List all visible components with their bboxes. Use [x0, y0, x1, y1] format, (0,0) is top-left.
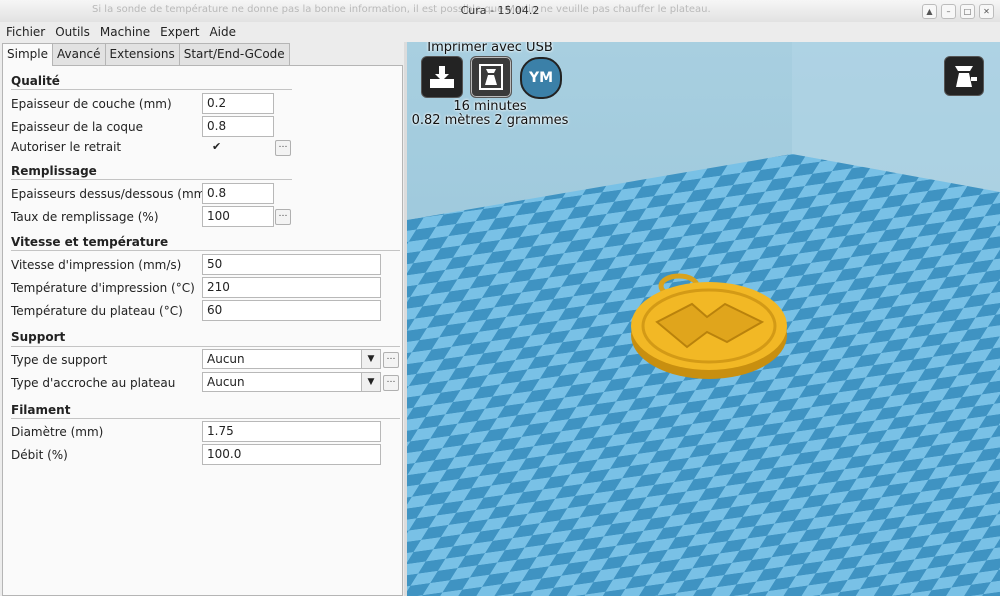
- menu-fichier[interactable]: Fichier: [0, 22, 49, 42]
- section-speed-title: Vitesse et température: [11, 235, 169, 249]
- print-usb-button[interactable]: [470, 56, 512, 98]
- dropdown-arrow-icon[interactable]: ▼: [361, 373, 380, 391]
- diameter-input[interactable]: 1.75: [202, 421, 381, 442]
- print-speed-input[interactable]: 50: [202, 254, 381, 275]
- title-bar: Si la sonde de température ne donne pas …: [0, 0, 1000, 23]
- window-controls: ▲ – □ ✕: [922, 4, 994, 19]
- bed-temp-input[interactable]: 60: [202, 300, 381, 321]
- menu-bar: Fichier Outils Machine Expert Aide: [0, 22, 1000, 42]
- dropdown-arrow-icon[interactable]: ▼: [361, 350, 380, 368]
- view-mode-icon: [955, 66, 977, 87]
- settings-panel: Simple Avancé Extensions Start/End-GCode…: [0, 42, 404, 596]
- fill-more-button[interactable]: …: [275, 209, 291, 225]
- shell-thickness-input[interactable]: 0.8: [202, 116, 274, 137]
- youmagine-button[interactable]: YM: [520, 57, 562, 99]
- shell-thickness-label: Epaisseur de la coque: [11, 120, 143, 134]
- print-material-usage: 0.82 mètres 2 grammes: [411, 113, 569, 128]
- ellipsis-icon: …: [386, 375, 396, 385]
- menu-aide[interactable]: Aide: [203, 22, 240, 42]
- tab-extensions[interactable]: Extensions: [104, 43, 180, 65]
- adhesion-more-button[interactable]: …: [383, 375, 399, 391]
- adhesion-select[interactable]: Aucun ▼: [202, 372, 381, 392]
- 3d-viewport[interactable]: Imprimer avec USB YM 16 minutes 0.82 mèt…: [407, 42, 1000, 596]
- flow-input[interactable]: 100.0: [202, 444, 381, 465]
- print-usb-tooltip: Imprimer avec USB: [427, 42, 553, 55]
- support-type-label: Type de support: [11, 353, 108, 367]
- close-icon[interactable]: ✕: [979, 4, 994, 19]
- divider: [11, 250, 400, 251]
- divider: [11, 179, 292, 180]
- youmagine-icon: YM: [528, 70, 554, 86]
- window-title: Cura - 15.04.2: [460, 4, 540, 17]
- tab-simple[interactable]: Simple: [2, 43, 53, 66]
- shade-icon[interactable]: ▲: [922, 4, 937, 19]
- maximize-icon[interactable]: □: [960, 4, 975, 19]
- section-fill-title: Remplissage: [11, 164, 97, 178]
- adhesion-value: Aucun: [207, 375, 245, 389]
- minimize-icon[interactable]: –: [941, 4, 956, 19]
- divider: [11, 89, 292, 90]
- retraction-checkbox[interactable]: ✔: [212, 140, 221, 153]
- tab-start-end-gcode[interactable]: Start/End-GCode: [178, 43, 290, 65]
- support-more-button[interactable]: …: [383, 352, 399, 368]
- ellipsis-icon: …: [386, 352, 396, 362]
- load-model-button[interactable]: [421, 56, 463, 98]
- support-type-select[interactable]: Aucun ▼: [202, 349, 381, 369]
- menu-expert[interactable]: Expert: [154, 22, 203, 42]
- print-temp-input[interactable]: 210: [202, 277, 381, 298]
- fill-density-label: Taux de remplissage (%): [11, 210, 159, 224]
- load-model-icon: [430, 66, 454, 88]
- retraction-label: Autoriser le retrait: [11, 140, 122, 154]
- menu-machine[interactable]: Machine: [94, 22, 154, 42]
- diameter-label: Diamètre (mm): [11, 425, 104, 439]
- menu-outils[interactable]: Outils: [49, 22, 94, 42]
- divider: [11, 418, 400, 419]
- support-type-value: Aucun: [207, 352, 245, 366]
- section-support-title: Support: [11, 330, 66, 344]
- flow-label: Débit (%): [11, 448, 68, 462]
- view-mode-button[interactable]: [944, 56, 984, 96]
- section-filament-title: Filament: [11, 403, 71, 417]
- retraction-more-button[interactable]: …: [275, 140, 291, 156]
- settings-pane: Qualité Epaisseur de couche (mm) 0.2 Epa…: [2, 65, 403, 596]
- bed-temp-label: Température du plateau (°C): [11, 304, 183, 318]
- fill-density-input[interactable]: 100: [202, 206, 274, 227]
- divider: [11, 346, 400, 347]
- print-usb-icon: [479, 64, 503, 90]
- ellipsis-icon: …: [278, 140, 288, 150]
- print-time: 16 minutes: [453, 99, 527, 114]
- tab-avance[interactable]: Avancé: [51, 43, 106, 65]
- top-bottom-input[interactable]: 0.8: [202, 183, 274, 204]
- top-bottom-label: Epaisseurs dessus/dessous (mm): [11, 187, 211, 201]
- print-speed-label: Vitesse d'impression (mm/s): [11, 258, 182, 272]
- ellipsis-icon: …: [278, 209, 288, 219]
- layer-height-input[interactable]: 0.2: [202, 93, 274, 114]
- section-quality-title: Qualité: [11, 74, 60, 88]
- layer-height-label: Epaisseur de couche (mm): [11, 97, 172, 111]
- settings-tabs: Simple Avancé Extensions Start/End-GCode: [2, 43, 290, 66]
- adhesion-label: Type d'accroche au plateau: [11, 376, 176, 390]
- print-temp-label: Température d'impression (°C): [11, 281, 195, 295]
